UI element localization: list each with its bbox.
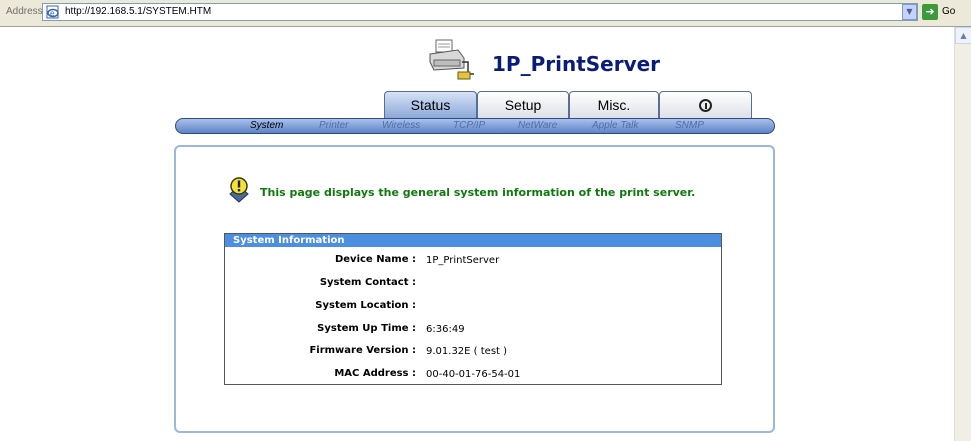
svg-text:e: e	[50, 9, 55, 18]
tab-setup[interactable]: Setup	[477, 91, 569, 119]
system-location-label: System Location :	[315, 300, 416, 311]
system-up-time-value: 6:36:49	[426, 324, 465, 335]
intro-text: This page displays the general system in…	[260, 186, 696, 199]
info-row-system-contact: System Contact :	[225, 277, 721, 295]
subnav-item-printer[interactable]: Printer	[319, 120, 348, 131]
address-bar: Address e http://192.168.5.1/SYSTEM.HTM …	[0, 0, 971, 27]
warning-icon	[229, 177, 249, 203]
mac-address-label: MAC Address :	[334, 368, 416, 379]
scroll-up-arrow-icon[interactable]: ▲	[955, 27, 971, 44]
info-row-system-location: System Location :	[225, 300, 721, 318]
address-input[interactable]: e http://192.168.5.1/SYSTEM.HTM	[42, 3, 918, 21]
sub-navigation: System Printer Wireless TCP/IP NetWare A…	[175, 118, 775, 134]
info-row-mac-address: MAC Address : 00-40-01-76-54-01	[225, 368, 721, 386]
go-arrow-icon: ➜	[922, 4, 938, 20]
firmware-version-value: 9.01.32E ( test )	[426, 346, 508, 357]
device-name-label: Device Name :	[334, 254, 416, 265]
system-contact-label: System Contact :	[319, 277, 416, 288]
info-row-system-up-time: System Up Time : 6:36:49	[225, 323, 721, 341]
subnav-item-wireless[interactable]: Wireless	[382, 120, 420, 131]
subnav-item-system[interactable]: System	[250, 120, 283, 131]
printer-icon	[429, 39, 474, 80]
subnav-item-netware[interactable]: NetWare	[518, 120, 557, 131]
system-information-box: System Information Device Name : 1P_Prin…	[224, 233, 722, 385]
vertical-scrollbar[interactable]: ▲	[954, 27, 971, 441]
mac-address-value: 00-40-01-76-54-01	[426, 369, 521, 380]
system-information-heading: System Information	[225, 234, 721, 247]
subnav-item-snmp[interactable]: SNMP	[675, 120, 704, 131]
tab-status[interactable]: Status	[384, 91, 477, 119]
device-name-value: 1P_PrintServer	[426, 255, 500, 266]
page-title: 1P_PrintServer	[492, 52, 661, 76]
subnav-item-appletalk[interactable]: Apple Talk	[592, 120, 638, 131]
firmware-version-label: Firmware Version :	[309, 345, 416, 356]
info-row-firmware-version: Firmware Version : 9.01.32E ( test )	[225, 345, 721, 363]
go-label: Go	[942, 6, 956, 17]
subnav-item-tcpip[interactable]: TCP/IP	[453, 120, 485, 131]
page-icon: e	[46, 5, 59, 19]
tab-misc[interactable]: Misc.	[569, 91, 659, 119]
info-icon	[699, 99, 712, 112]
system-up-time-label: System Up Time :	[317, 323, 416, 334]
info-row-device-name: Device Name : 1P_PrintServer	[225, 254, 721, 272]
address-label: Address	[6, 6, 43, 17]
tab-info[interactable]	[659, 91, 752, 119]
address-dropdown-button[interactable]: ▼	[902, 4, 917, 20]
address-url: http://192.168.5.1/SYSTEM.HTM	[65, 6, 212, 17]
